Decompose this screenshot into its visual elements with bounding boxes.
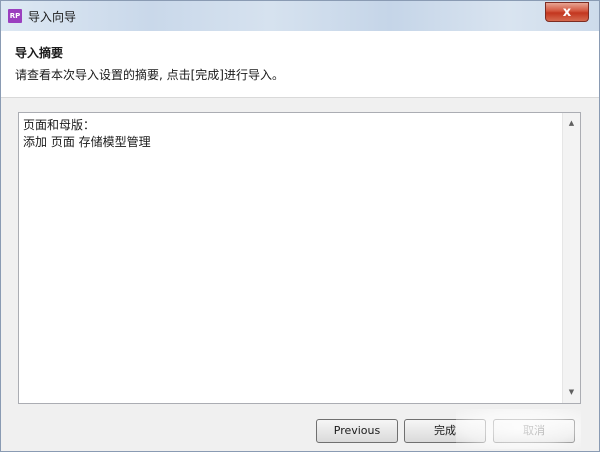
summary-content: 页面和母版： 添加 页面 存储模型管理 bbox=[23, 117, 151, 151]
summary-textarea[interactable]: 页面和母版： 添加 页面 存储模型管理 ▲ ▼ bbox=[18, 112, 581, 404]
previous-button[interactable]: Previous bbox=[316, 419, 398, 443]
vertical-scrollbar[interactable]: ▲ ▼ bbox=[562, 113, 580, 403]
wizard-header: 导入摘要 请查看本次导入设置的摘要, 点击[完成]进行导入。 bbox=[1, 31, 599, 98]
window-title: 导入向导 bbox=[28, 10, 77, 24]
summary-line: 页面和母版： bbox=[23, 118, 96, 132]
import-wizard-window: RP 导入向导 x 导入摘要 请查看本次导入设置的摘要, 点击[完成]进行导入。… bbox=[0, 0, 600, 452]
page-title: 导入摘要 bbox=[15, 46, 64, 60]
app-logo-icon: RP bbox=[8, 9, 22, 23]
summary-line: 添加 页面 存储模型管理 bbox=[23, 135, 151, 149]
cancel-button[interactable]: 取消 bbox=[493, 419, 575, 443]
close-button[interactable]: x bbox=[545, 2, 589, 22]
scroll-down-icon[interactable]: ▼ bbox=[563, 384, 580, 401]
page-description: 请查看本次导入设置的摘要, 点击[完成]进行导入。 bbox=[15, 68, 284, 82]
title-bar[interactable]: RP 导入向导 x bbox=[1, 1, 599, 31]
finish-button[interactable]: 完成 bbox=[404, 419, 486, 443]
scroll-up-icon[interactable]: ▲ bbox=[563, 115, 580, 132]
